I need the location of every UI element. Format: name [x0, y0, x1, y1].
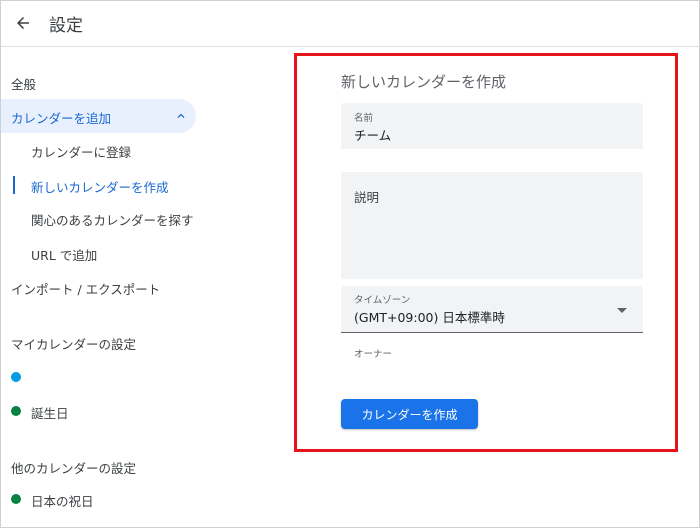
sidebar: 全般 カレンダーを追加 カレンダーに登録 新しいカレンダーを作成 関心のあるカレ… [1, 48, 201, 528]
sidebar-item-subscribe[interactable]: カレンダーに登録 [31, 142, 131, 161]
active-indicator [13, 176, 15, 194]
name-field[interactable]: 名前 チーム [341, 103, 643, 149]
timezone-select[interactable]: タイムゾーン (GMT+09:00) 日本標準時 [341, 286, 643, 333]
sidebar-item-import-export[interactable]: インポート / エクスポート [11, 279, 160, 298]
description-field-label: 説明 [354, 190, 380, 205]
description-field[interactable]: 説明 [341, 172, 643, 279]
form-title: 新しいカレンダーを作成 [341, 73, 507, 91]
other-calendars-heading: 他のカレンダーの設定 [11, 461, 137, 476]
arrow-back-icon [17, 17, 29, 29]
timezone-value: (GMT+09:00) 日本標準時 [354, 310, 505, 325]
my-calendars-heading: マイカレンダーの設定 [11, 337, 137, 352]
timezone-label: タイムゾーン [354, 295, 411, 306]
calendar-color-dot [11, 372, 21, 382]
dropdown-arrow-icon [617, 308, 627, 313]
chevron-up-icon [177, 113, 185, 118]
name-field-label: 名前 [354, 113, 374, 124]
sidebar-item-birthdays[interactable]: 誕生日 [31, 403, 69, 422]
sidebar-item-label: カレンダーを追加 [11, 111, 112, 126]
sidebar-item-browse-calendars[interactable]: 関心のあるカレンダーを探す [31, 210, 194, 229]
back-button[interactable] [9, 9, 37, 37]
top-bar: 設定 [1, 1, 699, 47]
sidebar-item-general[interactable]: 全般 [11, 74, 36, 93]
calendar-color-dot [11, 494, 21, 504]
owner-label: オーナー [354, 349, 393, 360]
sidebar-item-create-calendar[interactable]: 新しいカレンダーを作成 [31, 177, 169, 196]
sidebar-item-japan-holidays[interactable]: 日本の祝日 [31, 491, 94, 510]
page-title: 設定 [49, 16, 83, 36]
sidebar-item-from-url[interactable]: URL で追加 [31, 245, 97, 264]
create-calendar-button[interactable]: カレンダーを作成 [341, 399, 478, 429]
name-field-value: チーム [354, 128, 392, 143]
sidebar-item-add-calendar[interactable]: カレンダーを追加 [1, 99, 196, 133]
calendar-color-dot [11, 406, 21, 416]
